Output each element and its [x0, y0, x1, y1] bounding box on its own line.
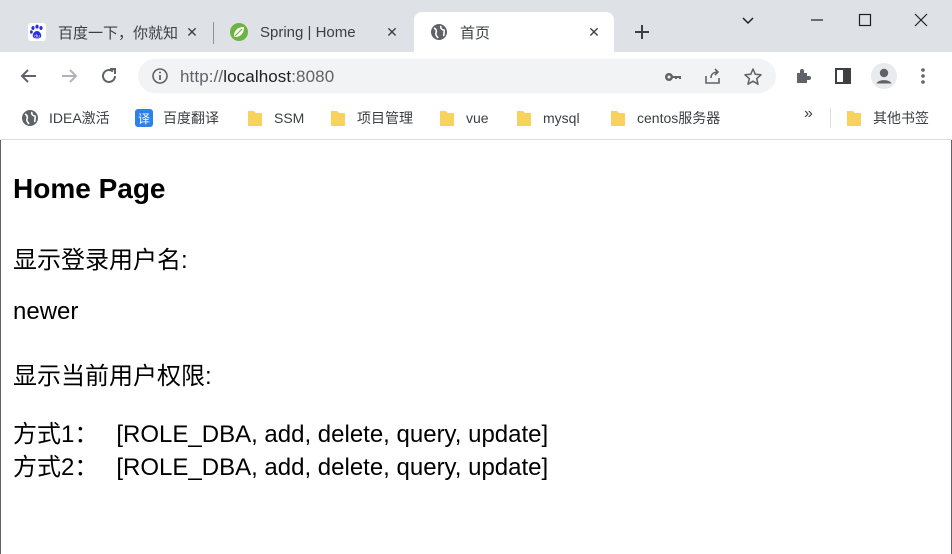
profile-avatar-icon[interactable]: [870, 62, 898, 90]
tab-title: 首页: [460, 24, 491, 42]
maximize-icon: [858, 13, 872, 27]
bookmark-folder-mysql[interactable]: mysql: [515, 107, 580, 129]
bookmark-other[interactable]: 其他书签: [845, 107, 929, 129]
bookmark-label: vue: [466, 110, 489, 126]
url-scheme: http://: [180, 67, 224, 86]
key-icon[interactable]: [662, 66, 684, 88]
username-value: newer: [13, 298, 79, 325]
tab-baidu[interactable]: du 百度一下，你就知 ✕: [12, 12, 212, 52]
folder-icon: [609, 109, 627, 127]
arrow-left-icon: [20, 69, 36, 83]
url-host: localhost: [223, 67, 292, 86]
folder-icon: [329, 109, 347, 127]
bookmark-label: 百度翻译: [163, 110, 219, 126]
method2-label: 方式2：: [13, 454, 99, 481]
tab-spring[interactable]: Spring | Home ✕: [214, 12, 412, 52]
method2-value: [ROLE_DBA, add, delete, query, update]: [116, 454, 549, 481]
plus-icon: [635, 25, 649, 39]
more-menu-icon[interactable]: [911, 64, 935, 88]
browser-window: du 百度一下，你就知 ✕ Spring | Home ✕ 首页 ✕ http:…: [0, 0, 952, 554]
page-content: Home Page 显示登录用户名: newer 显示当前用户权限: 方式1： […: [0, 140, 952, 554]
bookmark-idea[interactable]: IDEA激活: [21, 107, 110, 129]
bookmarks-separator: [830, 108, 831, 128]
tab-search-button[interactable]: [725, 0, 771, 40]
bookmark-folder-ssm[interactable]: SSM: [246, 107, 304, 129]
share-icon[interactable]: [702, 66, 724, 88]
toolbar: http://localhost:8080: [0, 52, 952, 100]
bookmark-folder-project[interactable]: 项目管理: [329, 107, 413, 129]
close-icon: [914, 13, 928, 27]
close-icon[interactable]: ✕: [182, 22, 202, 42]
method1-label: 方式1：: [13, 421, 99, 448]
back-button[interactable]: [13, 60, 45, 92]
bookmark-folder-centos[interactable]: centos服务器: [609, 107, 720, 129]
method2-line: 方式2： [ROLE_DBA, add, delete, query, updat…: [13, 447, 548, 482]
bookmark-label: SSM: [274, 110, 305, 126]
bookmark-label: centos服务器: [637, 110, 721, 126]
method1-value: [ROLE_DBA, add, delete, query, update]: [116, 421, 549, 448]
arrow-right-icon: [62, 69, 78, 83]
more-bookmarks-icon[interactable]: »: [804, 105, 813, 123]
close-window-button[interactable]: [898, 0, 944, 40]
bookmark-baidu-translate[interactable]: 译 百度翻译: [135, 107, 219, 129]
tab-strip: du 百度一下，你就知 ✕ Spring | Home ✕ 首页 ✕: [0, 0, 952, 52]
spring-leaf-icon: [229, 22, 249, 42]
new-tab-button[interactable]: [628, 18, 656, 46]
page-title: Home Page: [13, 173, 166, 204]
chevron-down-icon: [742, 17, 754, 25]
bookmark-folder-vue[interactable]: vue: [438, 107, 489, 129]
extensions-icon[interactable]: [791, 64, 815, 88]
bookmark-label: IDEA激活: [49, 110, 110, 126]
bookmark-star-icon[interactable]: [742, 66, 764, 88]
minimize-button[interactable]: [794, 0, 840, 40]
bookmark-label: mysql: [543, 110, 580, 126]
forward-button[interactable]: [53, 60, 85, 92]
method1-line: 方式1： [ROLE_DBA, add, delete, query, updat…: [13, 414, 548, 449]
authorities-label: 显示当前用户权限:: [13, 363, 212, 390]
close-icon[interactable]: ✕: [382, 22, 402, 42]
globe-icon: [21, 109, 39, 127]
address-bar[interactable]: http://localhost:8080: [138, 59, 776, 93]
tab-home[interactable]: 首页 ✕: [414, 12, 614, 52]
tab-title: Spring | Home: [260, 23, 356, 41]
folder-icon: [438, 109, 456, 127]
folder-icon: [515, 109, 533, 127]
close-icon[interactable]: ✕: [584, 22, 604, 42]
side-panel-icon[interactable]: [831, 64, 855, 88]
maximize-button[interactable]: [842, 0, 888, 40]
reload-icon: [102, 68, 116, 83]
username-label: 显示登录用户名:: [13, 247, 188, 274]
globe-icon: [429, 22, 449, 42]
translate-icon: 译: [135, 109, 153, 127]
minimize-icon: [811, 19, 823, 21]
folder-icon: [246, 109, 264, 127]
url-port: :8080: [291, 67, 335, 86]
svg-text:du: du: [34, 34, 40, 40]
tab-title: 百度一下，你就知: [58, 24, 179, 42]
url-text[interactable]: http://localhost:8080: [180, 67, 334, 87]
baidu-paw-icon: du: [27, 22, 47, 42]
bookmark-label: 项目管理: [357, 110, 413, 126]
bookmark-label: 其他书签: [873, 110, 929, 126]
info-icon[interactable]: [150, 66, 170, 86]
folder-icon: [845, 109, 863, 127]
reload-button[interactable]: [93, 60, 125, 92]
